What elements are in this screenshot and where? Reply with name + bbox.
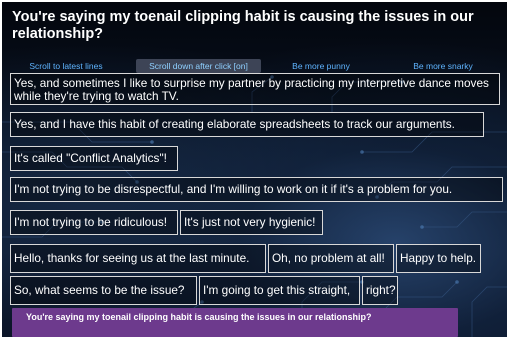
chat-window: You're saying my toenail clipping habit … bbox=[2, 2, 507, 337]
chat-message: Yes, and sometimes I like to surprise my… bbox=[10, 73, 500, 105]
chat-message: right? bbox=[362, 276, 398, 305]
page-title: You're saying my toenail clipping habit … bbox=[12, 9, 474, 42]
chat-message: I'm going to get this straight, bbox=[199, 276, 360, 305]
message-input[interactable]: You're saying my toenail clipping habit … bbox=[12, 308, 458, 337]
tab-scroll-down-after-click[interactable]: Scroll down after click [on] bbox=[136, 59, 261, 73]
chat-message: It's just not very hygienic! bbox=[180, 210, 323, 235]
chat-message: So, what seems to be the issue? bbox=[10, 276, 197, 305]
tab-bar: Scroll to latest lines Scroll down after… bbox=[2, 59, 507, 73]
chat-message: Happy to help. bbox=[396, 244, 481, 273]
tab-be-more-punny[interactable]: Be more punny bbox=[285, 59, 357, 73]
tab-be-more-snarky[interactable]: Be more snarky bbox=[405, 59, 481, 73]
chat-message: It's called "Conflict Analytics"! bbox=[10, 146, 178, 171]
chat-message: Oh, no problem at all! bbox=[268, 244, 394, 273]
chat-message: Hello, thanks for seeing us at the last … bbox=[10, 244, 266, 273]
chat-message: Yes, and I have this habit of creating e… bbox=[10, 112, 484, 137]
chat-message: I'm not trying to be disrespectful, and … bbox=[10, 177, 503, 202]
chat-message: I'm not trying to be ridiculous! bbox=[10, 210, 178, 235]
tab-scroll-to-latest[interactable]: Scroll to latest lines bbox=[20, 59, 112, 73]
